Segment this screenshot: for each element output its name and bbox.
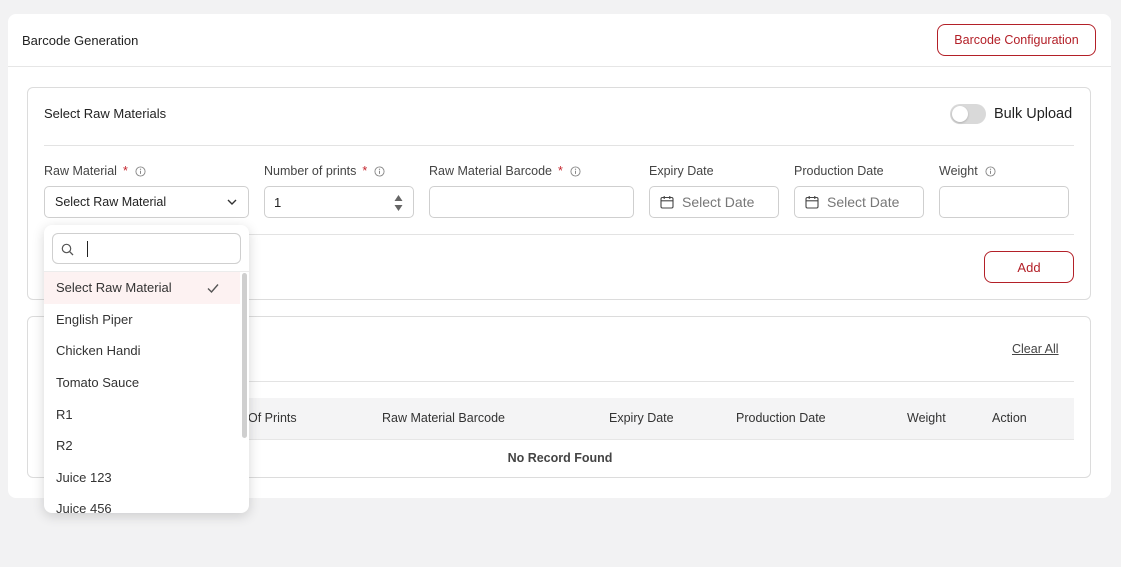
raw-material-dropdown: Select Raw Material English Piper Chicke… — [44, 225, 249, 513]
clear-all-link[interactable]: Clear All — [1012, 342, 1059, 356]
expiry-date-label-text: Expiry Date — [649, 164, 714, 178]
add-button[interactable]: Add — [984, 251, 1074, 283]
toggle-knob — [952, 106, 968, 122]
check-icon — [207, 284, 219, 294]
bulk-upload-label: Bulk Upload — [994, 106, 1073, 122]
chevron-down-icon — [227, 199, 237, 205]
number-of-prints-label: Number of prints * — [264, 164, 385, 178]
dropdown-option[interactable]: R1 — [44, 398, 240, 430]
raw-material-barcode-label: Raw Material Barcode * — [429, 164, 581, 178]
calendar-icon — [805, 196, 819, 209]
option-label: Select Raw Material — [56, 280, 172, 296]
column-header-weight: Weight — [907, 411, 946, 425]
option-label: R2 — [56, 438, 73, 454]
option-label: English Piper — [56, 311, 133, 327]
divider — [44, 145, 1074, 146]
required-mark: * — [362, 164, 368, 178]
bulk-upload-toggle[interactable] — [950, 104, 986, 124]
number-of-prints-input[interactable]: 1 — [264, 186, 414, 218]
raw-material-select-value: Select Raw Material — [55, 195, 167, 209]
raw-material-barcode-label-text: Raw Material Barcode — [429, 164, 552, 178]
dropdown-scrollbar[interactable] — [242, 273, 247, 438]
number-of-prints-value: 1 — [274, 194, 282, 210]
weight-label-text: Weight — [939, 164, 978, 178]
option-label: Juice 123 — [56, 469, 112, 485]
barcode-configuration-button[interactable]: Barcode Configuration — [937, 24, 1096, 56]
card-header: Barcode Generation Barcode Configuration — [8, 14, 1111, 67]
option-label: R1 — [56, 406, 73, 422]
search-icon — [61, 243, 74, 256]
number-of-prints-label-text: Number of prints — [264, 164, 357, 178]
dropdown-option[interactable]: R2 — [44, 430, 240, 462]
dropdown-option[interactable]: Juice 123 — [44, 462, 240, 494]
page-title: Barcode Generation — [22, 33, 139, 48]
dropdown-options: Select Raw Material English Piper Chicke… — [44, 272, 240, 513]
info-icon — [570, 165, 581, 177]
column-header-barcode: Raw Material Barcode — [382, 411, 505, 425]
spinner-arrows-icon[interactable] — [394, 194, 403, 212]
weight-input[interactable] — [939, 186, 1069, 218]
text-caret — [87, 241, 88, 257]
option-label: Chicken Handi — [56, 343, 141, 359]
column-header-prints: Of Prints — [248, 411, 297, 425]
option-label: Tomato Sauce — [56, 375, 140, 391]
production-date-label-text: Production Date — [794, 164, 884, 178]
dropdown-search-input[interactable] — [52, 233, 241, 264]
column-header-expiry: Expiry Date — [609, 411, 674, 425]
info-icon — [135, 165, 146, 177]
production-date-label: Production Date — [794, 164, 884, 178]
required-mark: * — [122, 164, 128, 178]
calendar-icon — [660, 196, 674, 209]
info-icon — [374, 165, 385, 177]
dropdown-option[interactable]: Select Raw Material — [44, 272, 240, 304]
column-header-action: Action — [992, 411, 1027, 425]
raw-material-label: Raw Material * — [44, 164, 146, 178]
option-label: Juice 456 — [56, 501, 112, 513]
production-date-picker[interactable]: Select Date — [794, 186, 924, 218]
expiry-date-placeholder: Select Date — [682, 194, 755, 210]
dropdown-option[interactable]: Tomato Sauce — [44, 367, 240, 399]
dropdown-option[interactable]: Juice 456 — [44, 493, 240, 513]
section-title: Select Raw Materials — [44, 106, 167, 121]
raw-material-label-text: Raw Material — [44, 164, 117, 178]
expiry-date-picker[interactable]: Select Date — [649, 186, 779, 218]
dropdown-option[interactable]: Chicken Handi — [44, 335, 240, 367]
production-date-placeholder: Select Date — [827, 194, 900, 210]
raw-material-barcode-input[interactable] — [429, 186, 634, 218]
expiry-date-label: Expiry Date — [649, 164, 714, 178]
info-icon — [985, 165, 996, 177]
dropdown-option[interactable]: English Piper — [44, 304, 240, 336]
weight-label: Weight — [939, 164, 996, 178]
column-header-production: Production Date — [736, 411, 826, 425]
required-mark: * — [557, 164, 563, 178]
raw-material-select[interactable]: Select Raw Material — [44, 186, 249, 218]
